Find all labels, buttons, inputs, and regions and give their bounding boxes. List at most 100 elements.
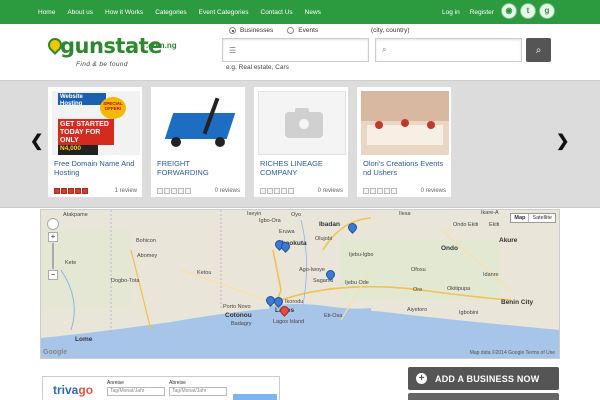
- review-count: 1 review: [114, 188, 137, 194]
- map-label: Atakpame: [63, 212, 88, 218]
- location-icon: ⌕: [382, 45, 387, 54]
- thumb-badge: SPECIAL OFFER!: [100, 97, 126, 119]
- map-label: Ore: [413, 287, 423, 293]
- listing-title[interactable]: Free Domain Name And Hosting: [54, 159, 140, 178]
- map-label: Lome: [75, 336, 93, 343]
- location-field[interactable]: ⌕: [375, 38, 522, 62]
- nav-news[interactable]: News: [305, 9, 321, 16]
- map-terrain: [41, 210, 559, 358]
- add-business-button[interactable]: + ADD A BUSINESS NOW: [408, 367, 559, 390]
- depart-label: Abreise: [169, 380, 186, 386]
- map-label: Iseyin: [247, 211, 262, 217]
- map-label: Akure: [499, 237, 518, 244]
- map-label: Ondo: [441, 245, 458, 252]
- map-label: Eruwa: [279, 229, 295, 235]
- map-label: Ijebu Ode: [345, 280, 369, 286]
- review-count: 0 reviews: [214, 188, 240, 194]
- review-count: 0 reviews: [420, 188, 446, 194]
- map-label: Porto Novo: [223, 304, 251, 310]
- arrive-label: Anreise: [107, 380, 124, 386]
- map-label: Lagos Island: [273, 319, 305, 325]
- nav-about-us[interactable]: About us: [67, 9, 93, 16]
- twitter-icon[interactable]: t: [520, 3, 536, 19]
- map-type-toggle: Map Satellite: [510, 213, 556, 223]
- listing-card[interactable]: Olori's Creations Events nd Ushers 0 rev…: [356, 86, 452, 198]
- search-icon: ⌕: [535, 44, 542, 56]
- login-link[interactable]: Log in: [442, 9, 460, 16]
- thumb-text: GET STARTED TODAY FOR ONLY: [58, 119, 114, 145]
- listing-thumbnail[interactable]: Website Hosting SPECIAL OFFER! GET START…: [52, 91, 140, 155]
- google-glyph: g: [544, 6, 550, 15]
- map-label: Ikare-A: [481, 210, 499, 216]
- listings-map[interactable]: Atakpame Bohicon Abomey Dogbo-Tota Lome …: [40, 209, 560, 359]
- nav-home[interactable]: Home: [38, 9, 55, 16]
- arrive-input[interactable]: Tag/Monat/Jahr: [107, 387, 165, 396]
- listing-card[interactable]: FREIGHT FORWARDING 0 reviews: [150, 86, 246, 198]
- zoom-in-icon[interactable]: +: [48, 232, 58, 242]
- camera-placeholder-icon[interactable]: [258, 91, 346, 155]
- map-label: Idanre: [483, 272, 499, 278]
- rss-icon[interactable]: ◉: [501, 3, 517, 19]
- listing-title[interactable]: Olori's Creations Events nd Ushers: [363, 159, 449, 178]
- location-input[interactable]: [391, 46, 521, 54]
- top-nav: Home About us How it Works Categories Ev…: [0, 0, 600, 24]
- google-logo: Google: [43, 349, 68, 356]
- nav-contact-us[interactable]: Contact Us: [261, 9, 293, 16]
- zoom-slider[interactable]: [52, 243, 54, 269]
- radio-dot: [287, 27, 295, 34]
- map-label: Ilesa: [399, 211, 411, 217]
- listing-title[interactable]: RICHES LINEAGE COMPANY: [260, 159, 346, 178]
- map-label: Igbobini: [459, 310, 479, 316]
- ad-search-button[interactable]: [233, 394, 277, 400]
- carousel-next-icon[interactable]: ❯: [556, 131, 569, 151]
- nav-event-categories[interactable]: Event Categories: [199, 9, 249, 16]
- trivago-logo: trivago: [53, 383, 93, 397]
- featured-carousel: ❮ ❯ Website Hosting SPECIAL OFFER! GET S…: [0, 80, 600, 208]
- radio-events[interactable]: Events: [287, 27, 318, 34]
- listing-thumbnail[interactable]: [155, 91, 243, 155]
- plus-icon: +: [416, 373, 427, 384]
- cart-wheel: [171, 137, 181, 147]
- map-label: Benin City: [501, 299, 534, 306]
- map-label: Ondo Ekiti: [453, 222, 479, 228]
- logo-tagline: Find & be found: [76, 61, 128, 68]
- search-type: Businesses Events: [229, 27, 318, 34]
- listing-title[interactable]: FREIGHT FORWARDING: [157, 159, 243, 178]
- register-link[interactable]: Register: [470, 9, 494, 16]
- listing-card[interactable]: RICHES LINEAGE COMPANY 0 reviews: [253, 86, 349, 198]
- listing-card[interactable]: Website Hosting SPECIAL OFFER! GET START…: [47, 86, 143, 198]
- flower: [401, 119, 409, 127]
- nav-categories[interactable]: Categories: [155, 9, 186, 16]
- secondary-action-button[interactable]: [408, 393, 559, 400]
- map-zoom-control: + −: [47, 218, 59, 280]
- site-logo[interactable]: gunstate .com.ng Find & be found: [45, 32, 196, 72]
- listing-thumbnail[interactable]: [361, 91, 449, 155]
- nav-how-it-works[interactable]: How it Works: [105, 9, 143, 16]
- rss-glyph: ◉: [505, 6, 513, 15]
- flower: [427, 121, 435, 129]
- map-label: Abomey: [137, 253, 158, 259]
- cart-wheel: [215, 137, 225, 147]
- map-type-map[interactable]: Map: [511, 214, 530, 222]
- map-label: Bohicon: [136, 238, 156, 244]
- twitter-glyph: t: [526, 6, 530, 15]
- keyword-field[interactable]: ☰: [222, 38, 369, 62]
- thumb-banner: Website Hosting: [58, 93, 106, 107]
- rating-stars: [363, 188, 397, 194]
- radio-label: Events: [298, 27, 319, 34]
- map-pan-icon[interactable]: [47, 218, 59, 230]
- radio-businesses[interactable]: Businesses: [229, 27, 273, 34]
- map-attribution[interactable]: Map data ©2014 Google Terms of Use: [470, 350, 555, 356]
- map-label: Ekiti: [489, 222, 500, 228]
- map-label: Ago-Iwoye: [299, 267, 325, 273]
- map-type-satellite[interactable]: Satellite: [529, 214, 555, 222]
- depart-input[interactable]: Tag/Monat/Jahr: [169, 387, 227, 396]
- trivago-ad[interactable]: trivago Anreise Tag/Monat/Jahr Abreise T…: [42, 376, 280, 400]
- map-label: Eti-Osa: [324, 313, 343, 319]
- google-icon[interactable]: g: [539, 3, 555, 19]
- zoom-out-icon[interactable]: −: [48, 270, 58, 280]
- search-button[interactable]: ⌕: [526, 38, 551, 62]
- rating-stars: [54, 188, 88, 194]
- carousel-prev-icon[interactable]: ❮: [30, 131, 43, 151]
- keyword-input[interactable]: [241, 46, 368, 54]
